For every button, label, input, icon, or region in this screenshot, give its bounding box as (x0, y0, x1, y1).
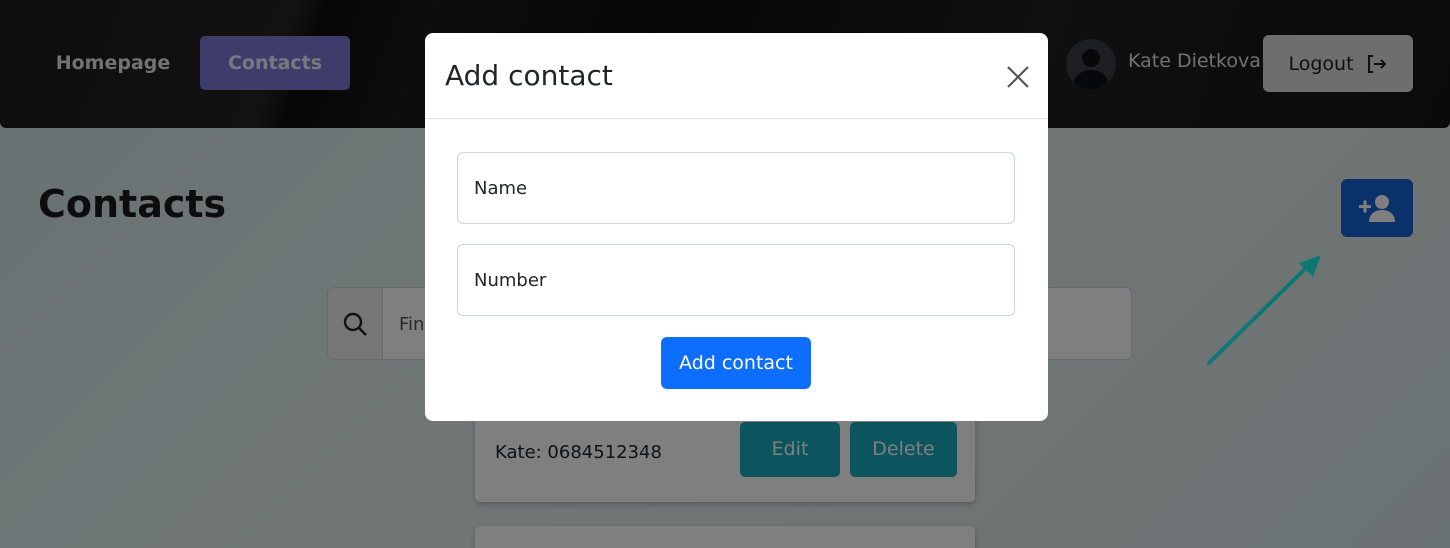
modal-title: Add contact (445, 59, 613, 92)
add-contact-submit-button[interactable]: Add contact (661, 337, 811, 389)
number-field-label: Number (474, 270, 547, 291)
close-icon[interactable] (1005, 64, 1031, 90)
name-field-label: Name (474, 178, 528, 199)
modal-header: Add contact (425, 33, 1048, 119)
add-contact-modal: Add contact Name Number Add contact (425, 33, 1048, 421)
number-field[interactable]: Number (457, 244, 1015, 316)
name-field[interactable]: Name (457, 152, 1015, 224)
